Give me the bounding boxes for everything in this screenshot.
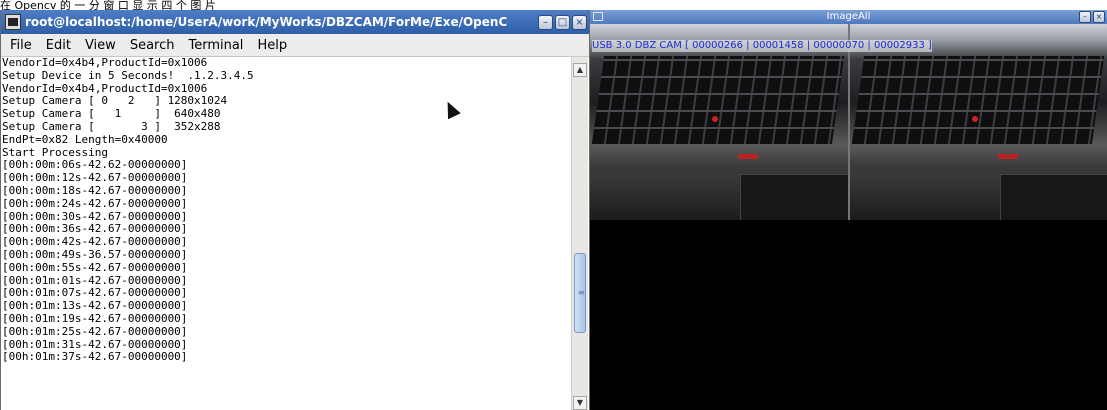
terminal-line: VendorId=0x4b4,ProductId=0x1006 (2, 57, 208, 69)
scroll-down-icon[interactable]: ▼ (573, 396, 587, 410)
terminal-line: Setup Device in 5 Seconds! .1.2.3.4.5 (2, 68, 254, 82)
menu-search[interactable]: Search (123, 38, 182, 53)
terminal-line: [00h:01m:25s-42.67-00000000] (2, 324, 188, 338)
terminal-output[interactable]: VendorId=0x4b4,ProductId=0x1006 Setup De… (1, 57, 571, 410)
touchpad-image (740, 174, 848, 220)
mouse-button-image (997, 154, 1018, 159)
empty-image-area (590, 220, 1107, 410)
trackpoint-image (971, 116, 978, 122)
imageall-titlebar[interactable]: ImageAll – × (590, 10, 1107, 24)
keyboard-image (591, 56, 844, 144)
mouse-button-image (738, 154, 758, 159)
terminal-menubar: File Edit View Search Terminal Help (1, 34, 589, 57)
terminal-line: [00h:00m:49s-36.57-00000000] (2, 247, 188, 261)
terminal-title: root@localhost:/home/UserA/work/MyWorks/… (25, 15, 508, 29)
terminal-line: [00h:01m:37s-42.67-00000000] (2, 350, 188, 364)
terminal-line: [00h:00m:18s-42.67-00000000] (2, 183, 188, 197)
minimize-icon[interactable]: – (538, 14, 553, 30)
camera-views: USB 3.0 DBZ CAM [ 00000266 | 00001458 | … (590, 24, 1107, 220)
close-icon[interactable]: × (572, 14, 587, 30)
terminal-titlebar[interactable]: root@localhost:/home/UserA/work/MyWorks/… (1, 10, 589, 34)
trackpoint-image (712, 116, 718, 122)
menu-view[interactable]: View (78, 38, 123, 53)
terminal-line: EndPt=0x82 Length=0x40000 (2, 132, 168, 146)
terminal-line: [00h:01m:19s-42.67-00000000] (2, 311, 188, 325)
terminal-window-controls: – □ × (536, 14, 587, 30)
minimize-icon[interactable]: – (1079, 11, 1091, 23)
keyboard-image (851, 56, 1104, 144)
scrollbar-thumb[interactable]: ≡ (574, 253, 586, 333)
terminal-line: Setup Camera [ 3 ] 352x288 (2, 119, 221, 133)
touchpad-image (999, 174, 1107, 220)
camera-overlay-text: USB 3.0 DBZ CAM [ 00000266 | 00001458 | … (592, 40, 932, 52)
scroll-grip-icon: ≡ (578, 288, 585, 297)
terminal-app-icon[interactable] (5, 14, 21, 30)
menu-terminal[interactable]: Terminal (181, 38, 250, 53)
imageall-window-controls: – × (1077, 11, 1105, 23)
scroll-up-icon[interactable]: ▲ (573, 63, 587, 77)
menu-help[interactable]: Help (250, 38, 294, 53)
close-icon[interactable]: × (1093, 11, 1105, 23)
terminal-window[interactable]: root@localhost:/home/UserA/work/MyWorks/… (0, 10, 590, 410)
menu-file[interactable]: File (1, 38, 39, 53)
terminal-scrollbar[interactable]: ▲ ≡ ▼ (571, 57, 588, 410)
camera-view-right (847, 24, 1107, 220)
camera-view-left (590, 24, 848, 220)
imageall-title: ImageAll (826, 11, 871, 22)
imageall-window[interactable]: ImageAll – × USB 3.0 DBZ CAM [ 00000266 … (590, 10, 1107, 410)
terminal-line: [00h:00m:55s-42.67-00000000] (2, 260, 188, 274)
terminal-line: [00h:00m:24s-42.67-00000000] (2, 196, 188, 210)
menu-edit[interactable]: Edit (39, 38, 78, 53)
maximize-icon[interactable]: □ (555, 14, 570, 30)
